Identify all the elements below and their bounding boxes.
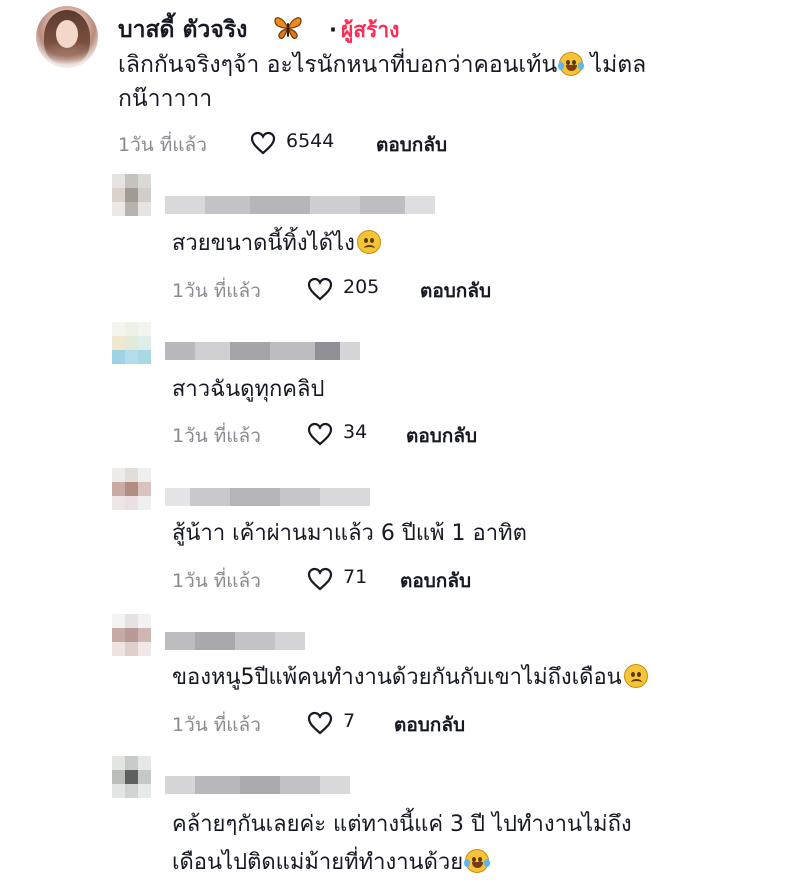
main-comment-text: เลิกกันจริงๆจ้า อะไรนักหนาที่บอกว่าคอนเท… <box>118 52 647 112</box>
reply-author-blurred[interactable] <box>165 776 350 796</box>
reply-button[interactable]: ตอบกลับ <box>420 276 491 306</box>
frown-emoji-icon <box>356 230 381 254</box>
frown-emoji-icon <box>623 664 648 688</box>
reply-author-blurred[interactable] <box>165 196 435 216</box>
reply-text: สาวฉันดูทุกคลิป <box>172 377 325 402</box>
creator-badge: · ผู้สร้าง <box>329 18 400 42</box>
like-count: 71 <box>343 566 368 588</box>
reply-author-blurred[interactable] <box>165 488 370 508</box>
reply-button[interactable]: ตอบกลับ <box>406 421 477 451</box>
heart-icon[interactable] <box>307 422 333 446</box>
reply-timestamp: 1วัน ที่แล้ว <box>172 425 261 447</box>
reply-timestamp: 1วัน ที่แล้ว <box>172 714 261 736</box>
reply-avatar[interactable] <box>112 614 152 658</box>
reply-timestamp: 1วัน ที่แล้ว <box>172 280 261 302</box>
reply-text: สู้น้าา เค้าผ่านมาแล้ว 6 ปีแพ้ 1 อาทิต <box>172 521 527 546</box>
like-count: 6544 <box>286 130 335 152</box>
reply-text: คล้ายๆกันเลยค่ะ แต่ทางนี้แค่ 3 ปี ไปทำงา… <box>172 812 632 875</box>
laugh-emoji-icon <box>558 52 585 76</box>
reply-author-blurred[interactable] <box>165 632 305 652</box>
author-name[interactable]: บาสดี้ ตัวจริง <box>118 12 247 48</box>
reply-button[interactable]: ตอบกลับ <box>376 130 447 160</box>
reply-button[interactable]: ตอบกลับ <box>394 710 465 740</box>
heart-icon[interactable] <box>307 567 333 591</box>
reply-author-blurred[interactable] <box>165 342 360 362</box>
laugh-emoji-icon <box>464 849 491 873</box>
reply-avatar[interactable] <box>112 756 152 800</box>
reply-timestamp: 1วัน ที่แล้ว <box>172 570 261 592</box>
reply-avatar[interactable] <box>112 468 152 512</box>
author-avatar[interactable] <box>36 6 98 68</box>
reply-button[interactable]: ตอบกลับ <box>400 566 471 596</box>
heart-icon[interactable] <box>250 131 276 155</box>
like-count: 34 <box>343 421 368 443</box>
heart-icon[interactable] <box>307 277 333 301</box>
heart-icon[interactable] <box>307 711 333 735</box>
reply-text: สวยขนาดนี้ทิ้งได้ไง <box>172 226 381 262</box>
reply-text: ของหนู5ปีแพ้คนทำงานด้วยกันกับเขาไม่ถึงเด… <box>172 660 648 696</box>
reply-avatar[interactable] <box>112 174 152 218</box>
reply-avatar[interactable] <box>112 322 152 366</box>
like-count: 7 <box>343 710 356 732</box>
like-count: 205 <box>343 276 380 298</box>
butterfly-emoji-icon <box>274 17 302 39</box>
comment-timestamp: 1วัน ที่แล้ว <box>118 134 207 156</box>
